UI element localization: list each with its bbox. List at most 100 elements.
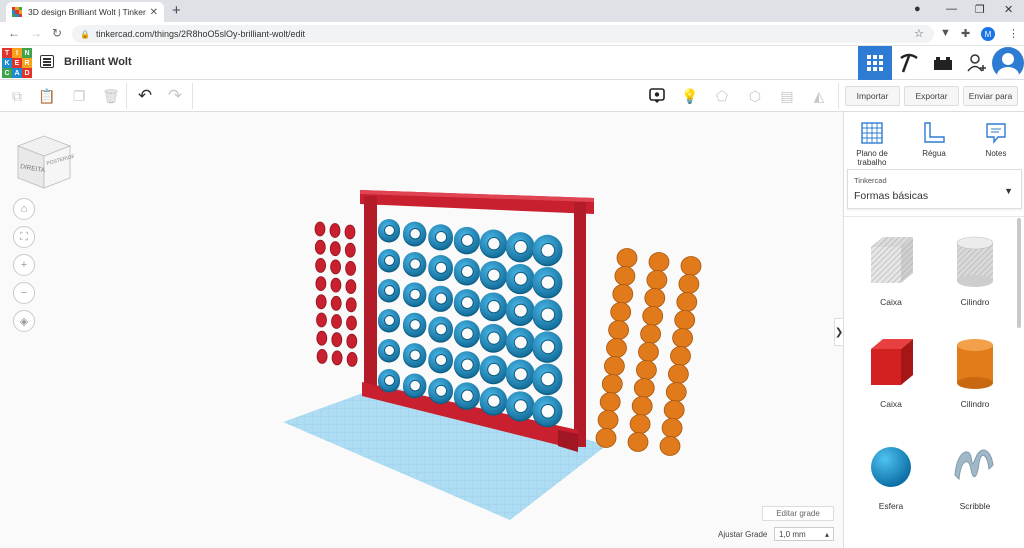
url-field[interactable]: 🔒 tinkercad.com/things/2R8hoO5slOy-brill… [72, 25, 934, 43]
blue-ring[interactable] [428, 224, 453, 251]
shape-hole-icon[interactable]: ⬡ [746, 87, 764, 105]
blue-ring[interactable] [479, 386, 508, 416]
blue-ring[interactable] [505, 391, 535, 422]
blue-ring[interactable] [479, 292, 508, 322]
orange-disc[interactable] [659, 436, 681, 456]
shape-cylinder[interactable]: Cilindro [940, 335, 1010, 409]
orange-disc[interactable] [604, 356, 625, 376]
delete-icon[interactable]: 🗑 [102, 87, 120, 105]
blue-ring[interactable] [532, 331, 563, 363]
shape-box-hole[interactable]: Caixa [856, 233, 926, 307]
workplane-tool[interactable]: Plano de trabalho [844, 120, 900, 167]
edit-grid-button[interactable]: Editar grade [762, 506, 834, 521]
orange-disc[interactable] [663, 400, 685, 420]
blue-ring[interactable] [479, 229, 508, 259]
import-button[interactable]: Importar [845, 86, 900, 106]
blue-ring[interactable] [428, 316, 453, 343]
back-arrow-icon[interactable]: ← [8, 26, 20, 40]
blue-ring[interactable] [402, 252, 427, 277]
redo-icon[interactable]: ↷ [166, 86, 184, 105]
blue-ring[interactable] [532, 299, 563, 331]
orange-disc[interactable] [646, 270, 668, 290]
export-button[interactable]: Exportar [904, 86, 959, 106]
red-disc[interactable] [330, 295, 342, 311]
red-disc[interactable] [329, 241, 341, 257]
tinkercad-logo[interactable]: T I N K E R C A D [2, 48, 32, 78]
orange-disc[interactable] [633, 378, 655, 398]
blue-ring[interactable] [453, 289, 480, 317]
orange-disc[interactable] [638, 342, 659, 362]
shape-solid-icon[interactable]: ⬠ [713, 87, 731, 105]
orange-disc[interactable] [676, 292, 698, 312]
mirror-icon[interactable]: ◭ [810, 87, 828, 105]
forward-arrow-icon[interactable]: → [30, 26, 42, 40]
blue-ring[interactable] [505, 295, 535, 326]
orange-disc[interactable] [599, 392, 621, 412]
blue-ring[interactable] [479, 323, 508, 353]
red-disc[interactable] [314, 221, 326, 237]
blue-ring[interactable] [505, 327, 535, 358]
orange-disc[interactable] [612, 284, 634, 304]
reload-icon[interactable]: ↻ [52, 26, 62, 40]
orange-disc[interactable] [627, 432, 649, 452]
blue-ring[interactable] [453, 226, 480, 255]
red-disc[interactable] [330, 277, 342, 293]
codeblocks-button[interactable] [892, 46, 926, 80]
red-disc[interactable] [316, 348, 328, 364]
record-icon[interactable]: ● [914, 3, 921, 15]
red-disc[interactable] [331, 350, 343, 366]
blue-ring[interactable] [402, 221, 427, 247]
blue-ring[interactable] [378, 249, 400, 273]
align-icon[interactable]: ▤ [778, 87, 796, 105]
blue-ring[interactable] [402, 343, 427, 368]
orange-disc[interactable] [680, 256, 702, 276]
extension-filter-icon[interactable]: ▼ [940, 27, 951, 39]
browser-menu-icon[interactable]: ⋮ [1008, 27, 1019, 40]
shape-scribble[interactable]: Scribble [940, 439, 1010, 511]
browser-tab[interactable]: 3D design Brilliant Wolt | Tinkerc ✕ [6, 2, 164, 22]
copy-icon[interactable]: ⧉ [8, 87, 26, 105]
orange-disc[interactable] [608, 320, 629, 340]
orange-disc[interactable] [648, 252, 670, 272]
panel-scrollbar[interactable] [1017, 218, 1021, 328]
blue-ring[interactable] [479, 355, 508, 385]
blue-ring[interactable] [378, 339, 400, 363]
red-disc[interactable] [346, 333, 358, 349]
orange-disc[interactable] [614, 266, 636, 286]
blue-ring[interactable] [453, 382, 480, 410]
blue-ring[interactable] [378, 309, 400, 333]
red-disc[interactable] [345, 260, 357, 276]
design-list-icon[interactable] [40, 55, 54, 68]
blue-ring[interactable] [532, 234, 563, 267]
shape-sphere[interactable]: Esfera [856, 439, 926, 511]
blue-ring[interactable] [479, 261, 508, 290]
blue-ring[interactable] [378, 279, 400, 303]
snap-grid-select[interactable]: 1,0 mm ▴ [774, 527, 834, 541]
red-disc[interactable] [345, 279, 357, 295]
blue-ring[interactable] [532, 363, 563, 396]
send-to-button[interactable]: Enviar para [963, 86, 1018, 106]
blue-ring[interactable] [428, 377, 453, 405]
orange-disc[interactable] [616, 248, 638, 268]
blue-ring[interactable] [378, 369, 400, 393]
bookmark-star-icon[interactable]: ☆ [914, 27, 924, 40]
blue-ring[interactable] [453, 258, 480, 286]
close-window-icon[interactable]: ✕ [1004, 3, 1013, 16]
shape-cylinder-hole[interactable]: Cilindro [940, 233, 1010, 307]
orange-disc[interactable] [640, 324, 661, 344]
orange-disc[interactable] [672, 328, 693, 348]
notes-tool[interactable]: Notes [968, 120, 1024, 158]
red-disc[interactable] [316, 312, 327, 328]
blue-ring[interactable] [453, 351, 480, 379]
blue-ring[interactable] [505, 359, 535, 390]
orange-disc[interactable] [595, 428, 617, 448]
blue-ring[interactable] [402, 282, 427, 308]
blue-ring[interactable] [402, 373, 427, 399]
red-disc[interactable] [315, 257, 327, 273]
red-disc[interactable] [329, 223, 341, 238]
orange-disc[interactable] [601, 374, 623, 394]
user-avatar[interactable] [992, 47, 1024, 79]
blue-ring[interactable] [428, 347, 453, 374]
blue-ring[interactable] [453, 320, 480, 348]
orange-disc-pieces[interactable] [595, 248, 702, 456]
